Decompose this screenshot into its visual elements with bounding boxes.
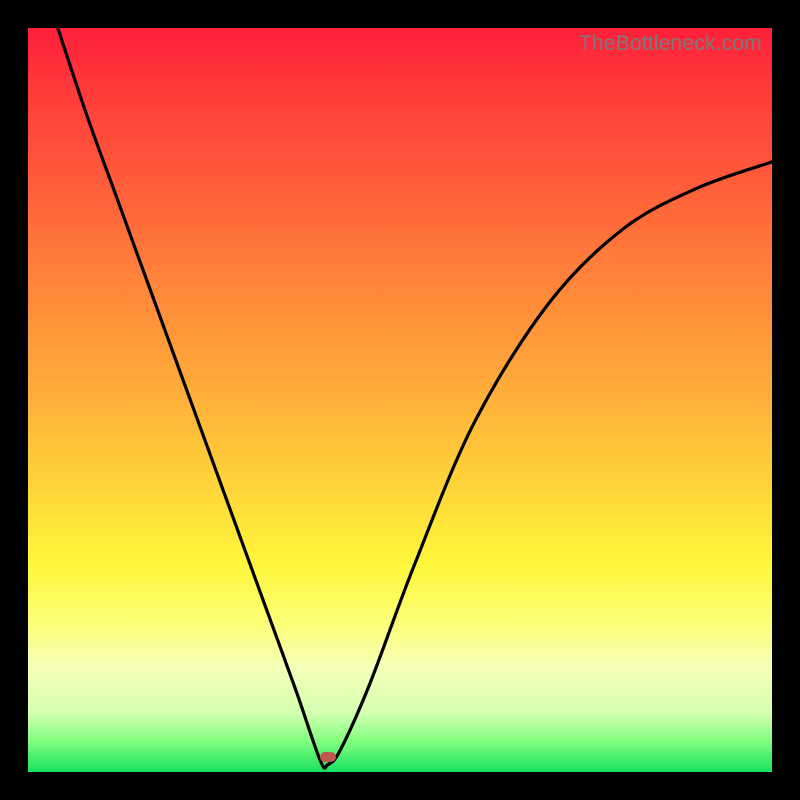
bottleneck-curve: [28, 28, 772, 772]
plot-area: TheBottleneck.com: [28, 28, 772, 772]
curve-path: [58, 28, 772, 768]
min-marker: [320, 752, 336, 762]
chart-frame: TheBottleneck.com: [0, 0, 800, 800]
